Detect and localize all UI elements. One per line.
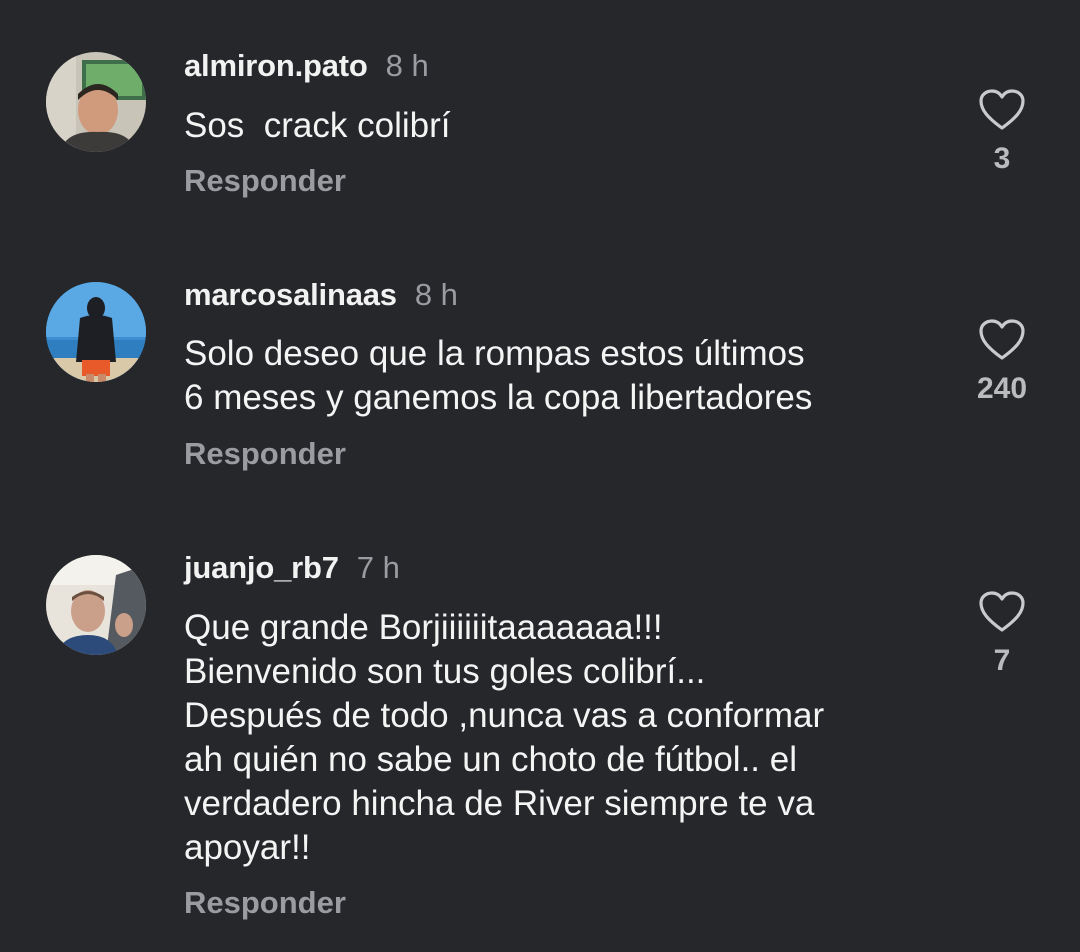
like-control: 3 <box>962 88 1042 176</box>
timestamp: 8 h <box>414 277 458 312</box>
like-control: 240 <box>952 318 1052 406</box>
comment-header: juanjo_rb7 7 h <box>184 550 400 586</box>
username[interactable]: marcosalinaas <box>184 277 397 312</box>
comment-text: Sos crack colibrí <box>184 106 451 145</box>
username[interactable]: juanjo_rb7 <box>184 550 339 585</box>
comment-header: marcosalinaas 8 h <box>184 277 458 313</box>
like-control: 7 <box>962 590 1042 678</box>
reply-button[interactable]: Responder <box>184 436 346 472</box>
avatar[interactable] <box>46 282 146 382</box>
avatar[interactable] <box>46 52 146 152</box>
timestamp: 7 h <box>356 550 400 585</box>
comment-header: almiron.pato 8 h <box>184 48 429 84</box>
comment-text: Solo deseo que la rompas estos últimos 6… <box>184 334 813 417</box>
heart-icon[interactable] <box>978 318 1026 362</box>
like-count: 240 <box>976 372 1028 405</box>
like-count: 7 <box>993 644 1011 677</box>
comment-text: Que grande Borjiiiiiitaaaaaaa!!! Bienven… <box>184 608 825 867</box>
timestamp: 8 h <box>385 48 429 83</box>
reply-button[interactable]: Responder <box>184 885 346 921</box>
heart-icon[interactable] <box>978 88 1026 132</box>
reply-button[interactable]: Responder <box>184 163 346 199</box>
like-count: 3 <box>993 142 1011 175</box>
heart-icon[interactable] <box>978 590 1026 634</box>
avatar[interactable] <box>46 555 146 655</box>
username[interactable]: almiron.pato <box>184 48 368 83</box>
